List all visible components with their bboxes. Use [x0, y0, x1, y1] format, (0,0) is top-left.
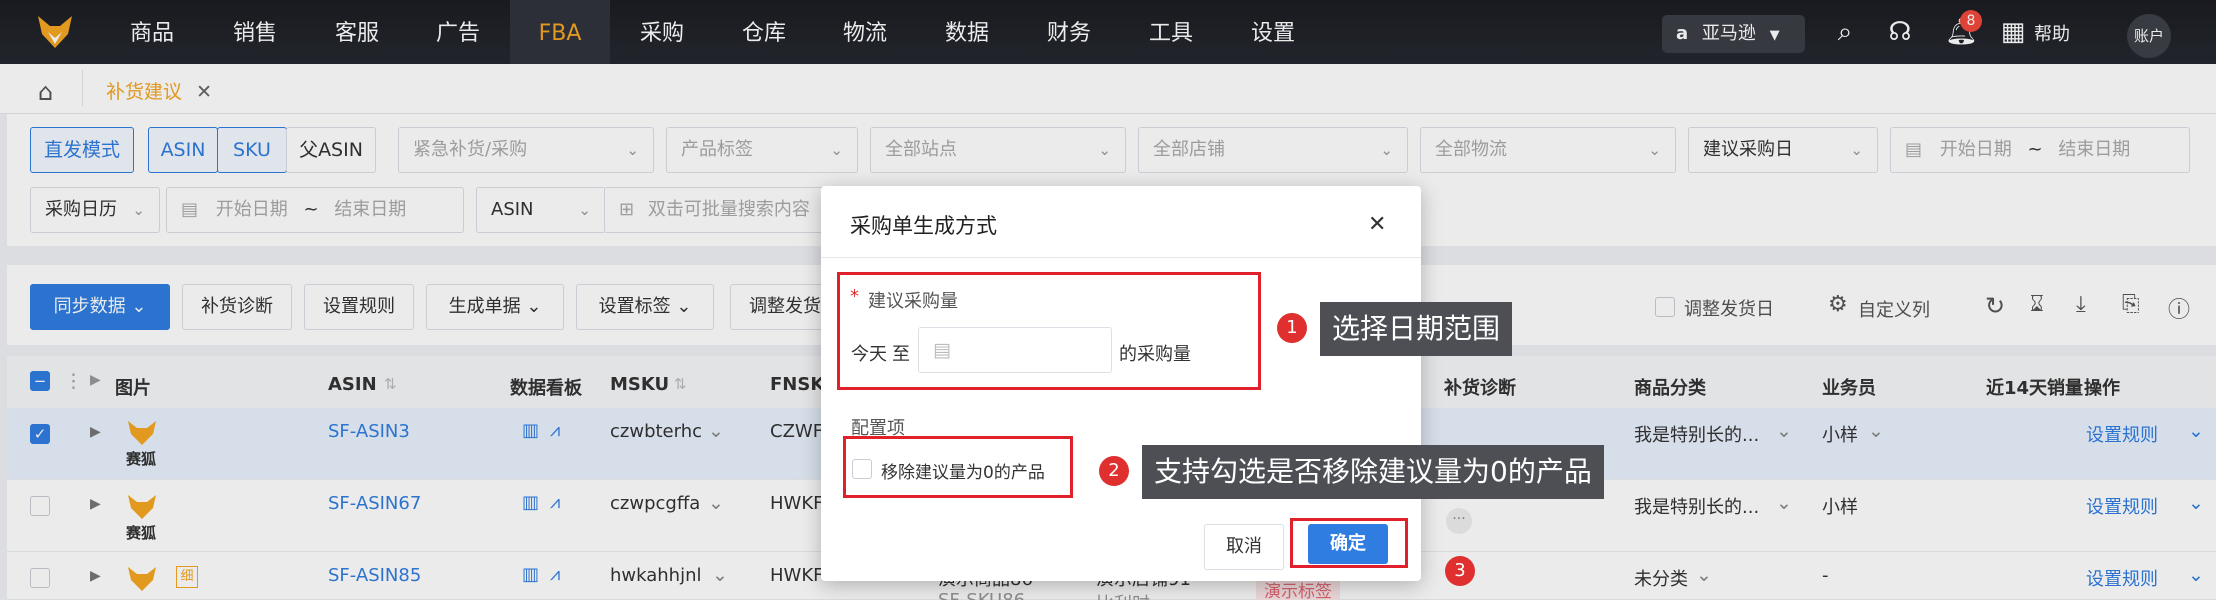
remove-zero-checkbox[interactable] — [852, 459, 872, 479]
qty-suffix: 的采购量 — [1119, 344, 1191, 365]
close-icon[interactable]: ✕ — [1368, 212, 1386, 237]
today-label: 今天 — [851, 344, 887, 365]
callout-number-2: 2 — [1099, 456, 1129, 486]
remove-zero-label: 移除建议量为0的产品 — [881, 463, 1045, 483]
callout-number-3: 3 — [1445, 556, 1475, 586]
required-mark: * — [850, 286, 859, 307]
dialog-title: 采购单生成方式 — [850, 214, 997, 238]
qty-label: 建议采购量 — [868, 291, 958, 312]
confirm-button[interactable]: 确定 — [1308, 524, 1388, 564]
callout-text-1: 选择日期范围 — [1320, 302, 1513, 356]
cancel-button[interactable]: 取消 — [1204, 524, 1284, 570]
dialog-divider — [821, 257, 1421, 258]
calendar-icon: ▤ — [933, 339, 951, 361]
callout-number-1: 1 — [1277, 313, 1307, 343]
callout-text-2: 支持勾选是否移除建议量为0的产品 — [1142, 445, 1604, 499]
date-picker-input[interactable]: ▤ — [918, 327, 1112, 373]
to-label: 至 — [892, 344, 910, 365]
